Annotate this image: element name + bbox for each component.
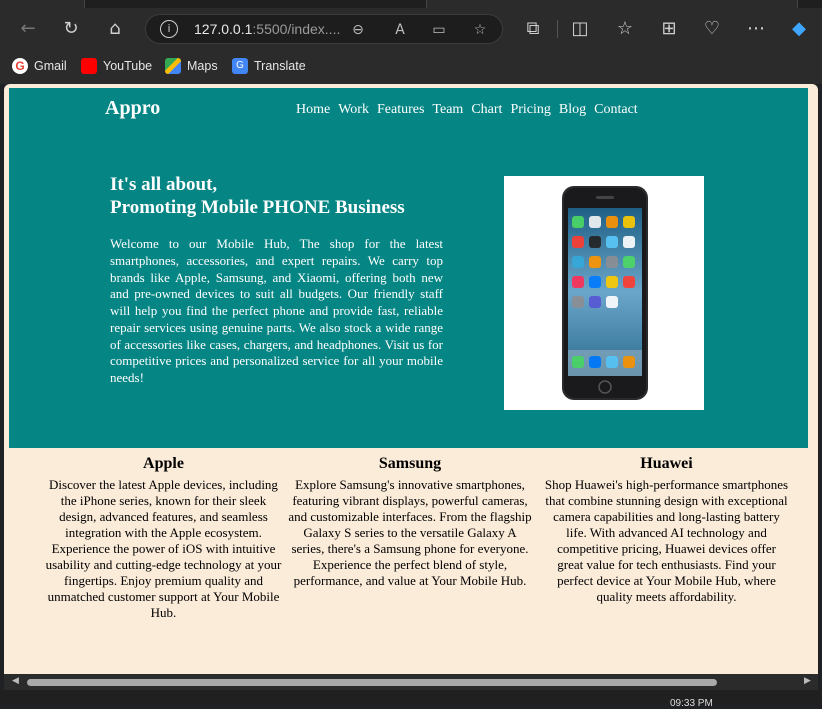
- nav-work[interactable]: Work: [338, 102, 369, 118]
- maps-icon: [165, 58, 181, 74]
- hero-headline: It's all about, Promoting Mobile PHONE B…: [110, 173, 405, 219]
- refresh-icon[interactable]: ↻: [58, 16, 84, 42]
- browser-toolbar: ← ↻ ⌂ i 127.0.0.1:5500/index.... ⊖ A ▭ ☆…: [0, 0, 822, 84]
- site-logo[interactable]: Appro: [105, 97, 160, 120]
- smartphone-illustration: [562, 186, 648, 400]
- nav-features[interactable]: Features: [377, 102, 424, 118]
- nav-chart[interactable]: Chart: [471, 102, 502, 118]
- brand-card-apple: Apple Discover the latest Apple devices,…: [41, 448, 286, 621]
- zoom-icon[interactable]: ⊖: [348, 20, 368, 40]
- brand-card-samsung: Samsung Explore Samsung's innovative sma…: [287, 448, 533, 589]
- browser-tab[interactable]: [426, 0, 798, 8]
- read-aloud-icon[interactable]: A: [390, 20, 410, 40]
- hero-section: Appro Home Work Features Team Chart Pric…: [9, 88, 808, 448]
- brand-description: Discover the latest Apple devices, inclu…: [45, 477, 282, 620]
- brand-card-huawei: Huawei Shop Huawei's high-performance sm…: [544, 448, 789, 605]
- info-icon[interactable]: i: [160, 20, 178, 38]
- address-bar[interactable]: i 127.0.0.1:5500/index.... ⊖ A ▭ ☆: [145, 14, 503, 44]
- bookmark-youtube[interactable]: YouTube: [81, 56, 152, 76]
- bookmark-gmail[interactable]: G Gmail: [12, 56, 67, 76]
- scrollbar-thumb[interactable]: [27, 679, 717, 686]
- nav-pricing[interactable]: Pricing: [510, 102, 550, 118]
- bookmark-label: Maps: [187, 59, 218, 73]
- nav-team[interactable]: Team: [432, 102, 463, 118]
- extensions-icon[interactable]: ⧉: [520, 16, 546, 42]
- bookmark-translate[interactable]: G Translate: [232, 56, 306, 76]
- google-icon: G: [12, 58, 28, 74]
- scroll-right-icon[interactable]: ▶: [804, 676, 811, 686]
- browser-essentials-icon[interactable]: ♡: [699, 16, 725, 42]
- headline-line-2: Promoting Mobile PHONE Business: [110, 197, 405, 218]
- nav-home[interactable]: Home: [296, 102, 330, 118]
- taskbar: 09:33 PM: [0, 690, 822, 709]
- scroll-left-icon[interactable]: ◀: [12, 676, 19, 686]
- home-icon[interactable]: ⌂: [102, 16, 128, 42]
- headline-line-1: It's all about,: [110, 174, 218, 195]
- brand-title: Huawei: [640, 455, 693, 472]
- page-viewport: Appro Home Work Features Team Chart Pric…: [4, 84, 818, 674]
- bookmark-label: YouTube: [103, 59, 153, 73]
- brand-description: Explore Samsung's innovative smartphones…: [288, 477, 532, 588]
- browser-tab[interactable]: [0, 0, 85, 8]
- brand-title: Samsung: [378, 455, 442, 472]
- tab-strip: [0, 0, 822, 8]
- brand-title: Apple: [143, 455, 184, 472]
- bookmark-maps[interactable]: Maps: [165, 56, 218, 76]
- main-nav: Home Work Features Team Chart Pricing Bl…: [296, 102, 638, 118]
- nav-contact[interactable]: Contact: [594, 102, 638, 118]
- url-text[interactable]: 127.0.0.1:5500/index....: [194, 21, 340, 37]
- toolbar-separator: [557, 20, 558, 38]
- favorite-star-icon[interactable]: ☆: [470, 20, 490, 40]
- phone-image: [504, 176, 704, 410]
- bookmark-label: Gmail: [34, 59, 67, 73]
- collections-icon[interactable]: ⊞: [656, 16, 682, 42]
- immersive-reader-icon[interactable]: ▭: [429, 20, 449, 40]
- back-icon[interactable]: ←: [15, 16, 41, 42]
- bookmark-label: Translate: [254, 59, 306, 73]
- split-screen-icon[interactable]: ◫: [567, 16, 593, 42]
- bookmarks-bar: G Gmail YouTube Maps G Translate: [0, 52, 822, 80]
- copilot-icon[interactable]: ◆: [786, 16, 812, 42]
- translate-icon: G: [232, 58, 248, 74]
- brand-description: Shop Huawei's high-performance smartphon…: [544, 477, 789, 604]
- more-menu-icon[interactable]: ⋯: [743, 16, 769, 42]
- nav-blog[interactable]: Blog: [559, 102, 586, 118]
- hero-intro: Welcome to our Mobile Hub, The shop for …: [110, 236, 443, 385]
- youtube-icon: [81, 58, 97, 74]
- horizontal-scrollbar[interactable]: ◀ ▶: [4, 674, 818, 690]
- favorites-icon[interactable]: ☆: [612, 16, 638, 42]
